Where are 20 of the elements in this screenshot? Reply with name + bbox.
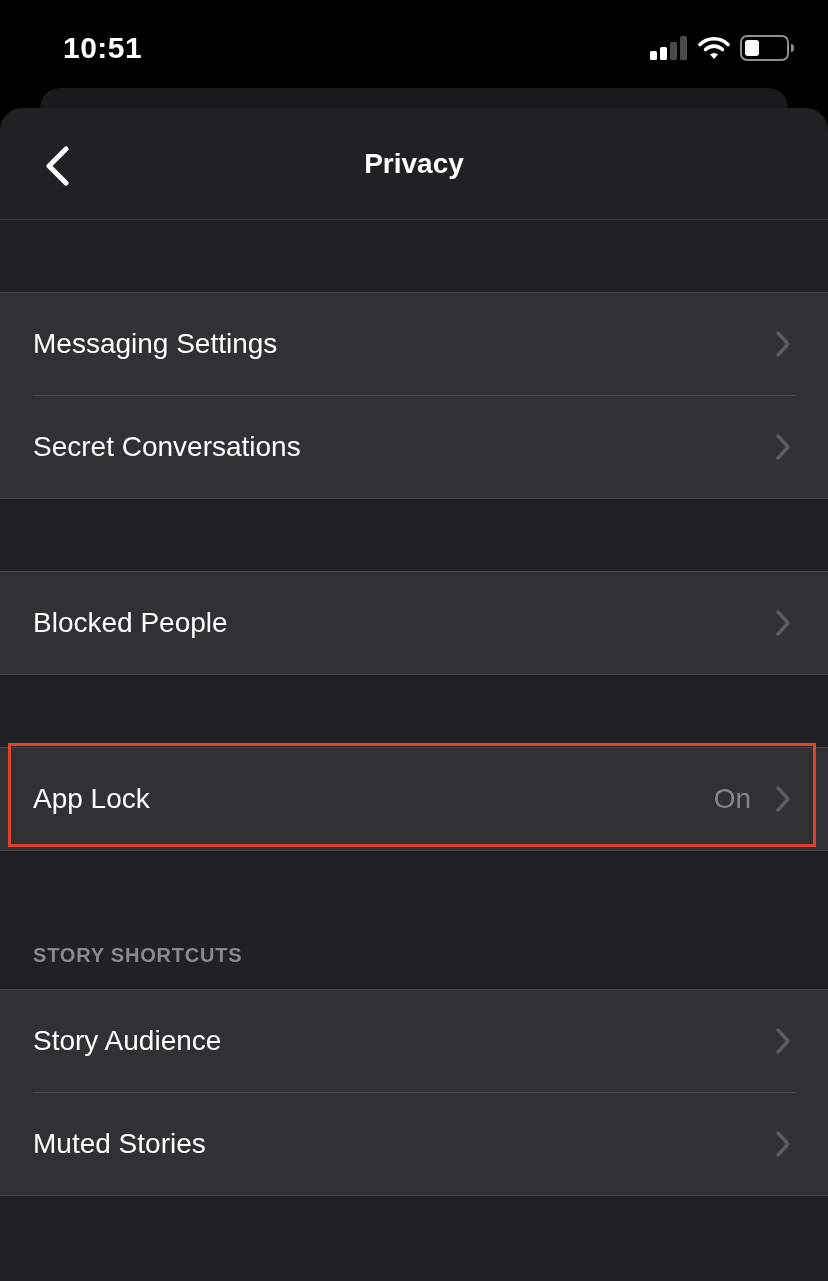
chevron-icon (775, 1027, 791, 1055)
chevron-icon (775, 330, 791, 358)
settings-row[interactable]: App Lock On (0, 748, 828, 850)
chevron-icon (775, 609, 791, 637)
chevron-icon (775, 433, 791, 461)
settings-row[interactable]: Story Audience (0, 990, 828, 1092)
screen-title: Privacy (364, 147, 464, 180)
back-chevron-icon (44, 146, 70, 186)
status-time: 10:51 (63, 31, 143, 65)
settings-row[interactable]: Secret Conversations (0, 396, 828, 498)
battery-icon (740, 35, 794, 61)
row-value: On (713, 783, 751, 815)
settings-row[interactable]: Muted Stories (0, 1093, 828, 1195)
settings-row[interactable]: Messaging Settings (0, 293, 828, 395)
chevron-icon (775, 1130, 791, 1158)
chevron-icon (775, 785, 791, 813)
settings-row[interactable]: Blocked People (0, 572, 828, 674)
wifi-icon (698, 36, 730, 60)
section-header: STORY SHORTCUTS (33, 943, 243, 967)
signal-icon (650, 36, 688, 60)
